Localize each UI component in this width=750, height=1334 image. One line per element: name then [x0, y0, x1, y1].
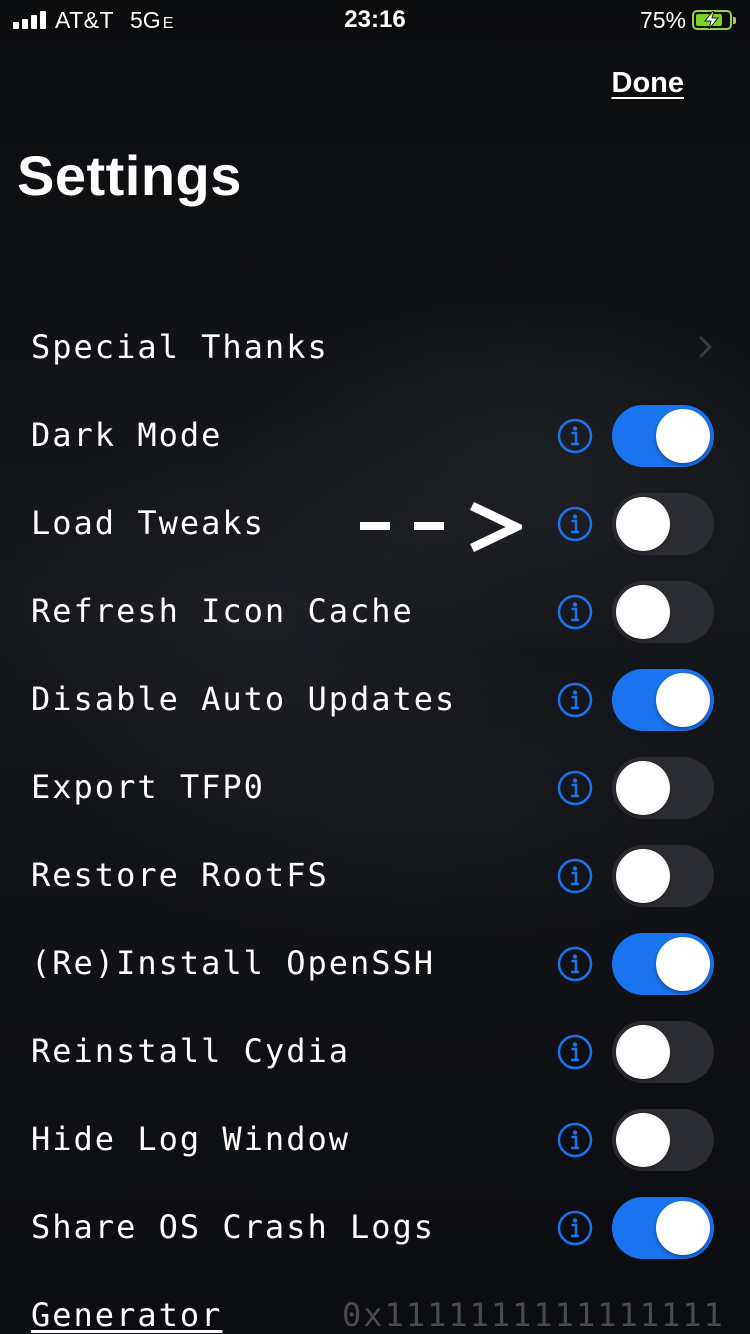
- settings-row-label: Special Thanks: [31, 328, 329, 366]
- toggle-knob: [616, 849, 670, 903]
- status-bar: AT&T 5G E 23:16 75%: [0, 0, 750, 44]
- toggle-knob: [616, 1113, 670, 1167]
- charging-bolt-icon: [703, 11, 720, 29]
- generator-link[interactable]: Generator: [31, 1296, 222, 1334]
- settings-row-label: Restore RootFS: [31, 856, 329, 894]
- settings-list: Special Thanks Dark Mode Load Tweaks Ref…: [0, 304, 750, 1272]
- info-circle-icon[interactable]: [557, 506, 593, 542]
- settings-row-label: Export TFP0: [31, 768, 265, 806]
- info-circle-icon[interactable]: [557, 1034, 593, 1070]
- toggle-switch[interactable]: [612, 1109, 714, 1171]
- toggle-switch[interactable]: [612, 405, 714, 467]
- info-circle-icon[interactable]: [557, 682, 593, 718]
- done-button[interactable]: Done: [612, 67, 685, 100]
- toggle-switch[interactable]: [612, 669, 714, 731]
- settings-row-label: (Re)Install OpenSSH: [31, 944, 436, 982]
- toggle-switch[interactable]: [612, 1021, 714, 1083]
- settings-row-disable-auto-updates: Disable Auto Updates: [0, 656, 750, 744]
- settings-row-reinstall-cydia: Reinstall Cydia: [0, 1008, 750, 1096]
- toggle-switch[interactable]: [612, 757, 714, 819]
- toggle-knob: [616, 497, 670, 551]
- info-circle-icon[interactable]: [557, 1122, 593, 1158]
- toggle-knob: [656, 937, 710, 991]
- toggle-knob: [616, 1025, 670, 1079]
- info-circle-icon[interactable]: [557, 946, 593, 982]
- dashed-arrow-annotation: [360, 501, 522, 553]
- battery-icon: [692, 10, 736, 30]
- toggle-knob: [656, 1201, 710, 1255]
- settings-row-label: Share OS Crash Logs: [31, 1208, 436, 1246]
- settings-row-label: Disable Auto Updates: [31, 680, 457, 718]
- settings-row-hide-log-window: Hide Log Window: [0, 1096, 750, 1184]
- toggle-knob: [616, 585, 670, 639]
- settings-row-label: Dark Mode: [31, 416, 223, 454]
- settings-row-label: Hide Log Window: [31, 1120, 350, 1158]
- toggle-knob: [656, 673, 710, 727]
- settings-row-export-tfp0: Export TFP0: [0, 744, 750, 832]
- battery-percentage: 75%: [639, 7, 686, 33]
- settings-row-label: Refresh Icon Cache: [31, 592, 414, 630]
- settings-row-share-os-crash-logs: Share OS Crash Logs: [0, 1184, 750, 1272]
- settings-row-reinstall-openssh: (Re)Install OpenSSH: [0, 920, 750, 1008]
- settings-row-restore-rootfs: Restore RootFS: [0, 832, 750, 920]
- toggle-knob: [616, 761, 670, 815]
- info-circle-icon[interactable]: [557, 1210, 593, 1246]
- toggle-switch[interactable]: [612, 933, 714, 995]
- settings-row-dark-mode: Dark Mode: [0, 392, 750, 480]
- info-circle-icon[interactable]: [557, 858, 593, 894]
- info-circle-icon[interactable]: [557, 594, 593, 630]
- toggle-switch[interactable]: [612, 1197, 714, 1259]
- toggle-switch[interactable]: [612, 845, 714, 907]
- info-circle-icon[interactable]: [557, 770, 593, 806]
- settings-row-refresh-icon-cache: Refresh Icon Cache: [0, 568, 750, 656]
- toggle-knob: [656, 409, 710, 463]
- status-time: 23:16: [344, 6, 406, 33]
- info-circle-icon[interactable]: [557, 418, 593, 454]
- page-title: Settings: [17, 144, 242, 207]
- chevron-right-icon: [699, 336, 712, 358]
- settings-row-label: Reinstall Cydia: [31, 1032, 350, 1070]
- toggle-switch[interactable]: [612, 581, 714, 643]
- generator-value: 0x1111111111111111: [342, 1296, 725, 1334]
- settings-row-label: Load Tweaks: [31, 504, 265, 542]
- toggle-switch[interactable]: [612, 493, 714, 555]
- settings-row-special-thanks[interactable]: Special Thanks: [0, 304, 750, 392]
